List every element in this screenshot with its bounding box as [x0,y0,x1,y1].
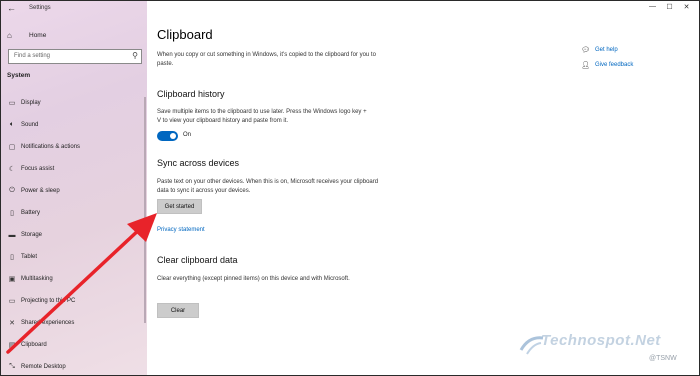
sound-icon: 🔈︎ [9,121,15,128]
battery-icon: ▯ [10,210,14,217]
sidebar-item-focus-assist[interactable]: ☾ Focus assist [1,162,147,176]
sidebar-item-label: Tablet [21,254,38,260]
search-placeholder: Find a setting [14,53,51,59]
sidebar-item-battery[interactable]: ▯ Battery [1,206,147,220]
feedback-icon: 👤︎ [581,62,590,69]
title-bar: ← Settings [1,1,147,17]
main-content: — ☐ ✕ Clipboard When you copy or cut som… [147,1,699,375]
sidebar-item-clipboard[interactable]: ▤ Clipboard [1,338,147,352]
sidebar-item-label: Multitasking [21,276,53,282]
window-title: Settings [29,5,51,11]
sidebar-item-label: Focus assist [21,166,55,172]
sidebar-item-label: Home [29,31,47,39]
watermark-handle: @TSNW [649,355,677,362]
search-field[interactable]: Find a setting ⚲ [8,49,142,64]
settings-window: ← Settings ⌂ Home Find a setting ⚲ Syste… [0,0,700,376]
section-heading: System [7,72,31,79]
toggle-state-label: On [183,132,192,138]
clear-description: Clear everything (except pinned items) o… [157,276,350,282]
sidebar-item-label: Power & sleep [21,188,60,194]
clear-heading: Clear clipboard data [157,255,238,265]
sidebar-item-label: Display [21,100,41,106]
sidebar-item-label: Storage [21,232,43,238]
clipboard-history-heading: Clipboard history [157,89,225,99]
sync-description: Paste text on your other devices. When t… [157,179,379,194]
watermark: Technospot.Net @TSNW [509,332,699,372]
privacy-statement-link[interactable]: Privacy statement [157,227,205,233]
sidebar-item-label: Sound [21,122,39,128]
sidebar-item-projecting[interactable]: ▭ Projecting to this PC [1,294,147,308]
sidebar-item-remote-desktop[interactable]: ⤡ Remote Desktop [1,360,147,374]
tablet-icon: ▯ [10,254,14,261]
sidebar-item-label: Battery [21,210,41,216]
watermark-brand: Technospot.Net [541,332,661,349]
clipboard-icon: ▤ [8,342,16,349]
intro-text: When you copy or cut something in Window… [157,52,376,67]
multitasking-icon: ▣ [8,276,16,283]
home-icon: ⌂ [7,30,12,40]
chat-help-icon: 💬︎ [581,47,590,54]
give-feedback-link[interactable]: 👤︎ Give feedback [581,61,633,69]
sidebar: ← Settings ⌂ Home Find a setting ⚲ Syste… [1,1,147,375]
search-icon: ⚲ [132,51,138,60]
sidebar-item-label: Clipboard [21,342,47,348]
sidebar-item-label: Projecting to this PC [21,298,76,304]
projecting-icon: ▭ [8,298,16,305]
sidebar-item-tablet[interactable]: ▯ Tablet [1,250,147,264]
power-icon: ⏻ [9,187,15,194]
get-help-label: Get help [595,47,618,53]
notifications-icon: ▢ [8,144,16,151]
sidebar-item-notifications[interactable]: ▢ Notifications & actions [1,140,147,154]
clear-button[interactable]: Clear [157,303,199,318]
sidebar-item-sound[interactable]: 🔈︎ Sound [1,118,147,132]
sidebar-item-label: Notifications & actions [21,144,81,150]
sidebar-item-shared-experiences[interactable]: ✕ Shared experiences [1,316,147,330]
window-controls: — ☐ ✕ [644,3,695,11]
toggle-knob [170,133,176,139]
maximize-button[interactable]: ☐ [661,3,678,11]
shared-experiences-icon: ✕ [9,320,15,327]
storage-icon: ▬ [8,231,16,239]
sync-heading: Sync across devices [157,158,240,168]
sidebar-item-home[interactable]: ⌂ Home [7,29,46,41]
display-icon: ▭ [8,100,16,107]
sidebar-item-storage[interactable]: ▬ Storage [1,228,147,242]
back-icon[interactable]: ← [7,3,16,13]
sidebar-item-display[interactable]: ▭ Display [1,96,147,110]
close-button[interactable]: ✕ [678,3,695,11]
sidebar-item-power[interactable]: ⏻ Power & sleep [1,184,147,198]
sidebar-scrollbar[interactable] [144,97,146,323]
clipboard-history-description: Save multiple items to the clipboard to … [157,109,367,124]
sidebar-item-label: Shared experiences [21,320,75,326]
remote-desktop-icon: ⤡ [9,363,15,370]
clipboard-history-toggle[interactable] [157,131,178,141]
get-started-button[interactable]: Get started [157,199,202,214]
page-title: Clipboard [157,27,213,42]
get-help-link[interactable]: 💬︎ Get help [581,46,618,54]
minimize-button[interactable]: — [644,3,661,11]
sidebar-item-multitasking[interactable]: ▣ Multitasking [1,272,147,286]
give-feedback-label: Give feedback [595,62,634,68]
focus-assist-icon: ☾ [8,166,16,173]
sidebar-item-label: Remote Desktop [21,364,66,370]
